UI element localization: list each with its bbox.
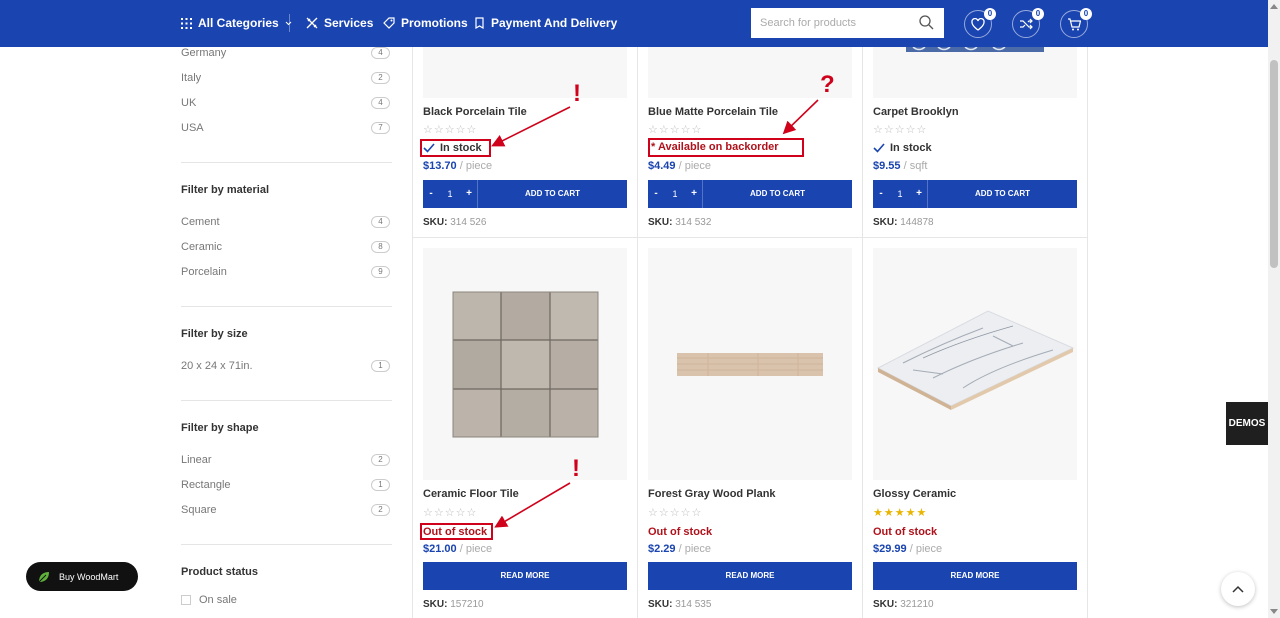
- scroll-to-top-button[interactable]: [1221, 572, 1255, 606]
- demos-button[interactable]: DEMOS: [1226, 402, 1268, 445]
- buy-woodmart-label: Buy WoodMart: [59, 571, 119, 582]
- leaf-icon: [38, 571, 49, 582]
- page-scrollbar[interactable]: [1268, 0, 1280, 618]
- scroll-up-arrow[interactable]: [1270, 4, 1278, 9]
- buy-woodmart-button[interactable]: Buy WoodMart: [26, 562, 138, 591]
- scroll-down-arrow[interactable]: [1270, 609, 1278, 614]
- annotation-arrows: [491, 99, 819, 528]
- chevron-up-icon: [1232, 585, 1244, 593]
- scrollbar-thumb[interactable]: [1270, 60, 1278, 268]
